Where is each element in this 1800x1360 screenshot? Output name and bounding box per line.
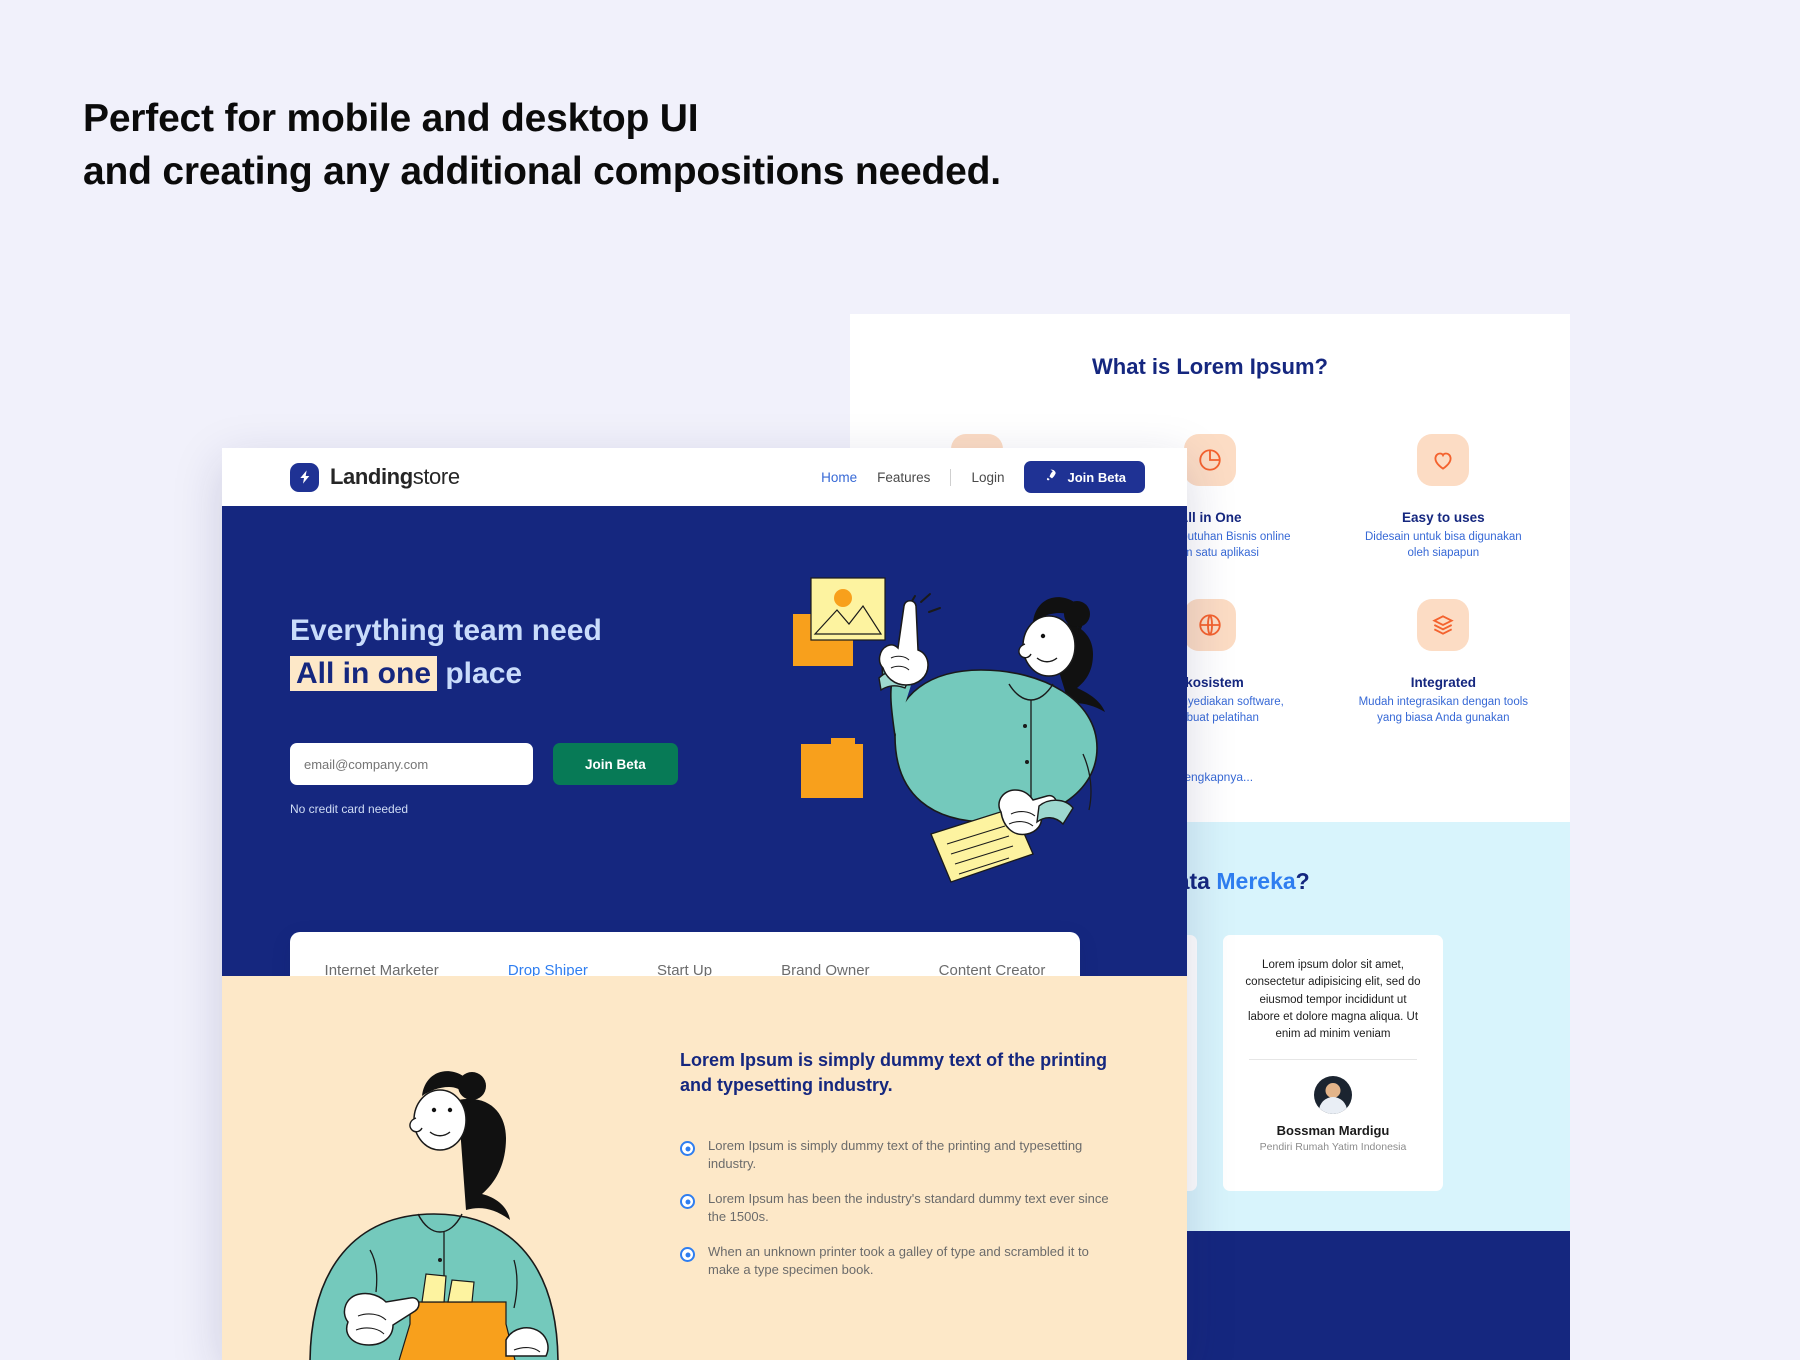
foreground-mockup-panel: Landingstore Home Features Login Join Be…: [222, 448, 1187, 1360]
navbar-join-beta-button[interactable]: Join Beta: [1024, 461, 1145, 493]
pie-chart-icon: [1183, 434, 1236, 486]
lower-content: Lorem Ipsum is simply dummy text of the …: [680, 1048, 1110, 1296]
testimonial-card: Lorem ipsum dolor sit amet, consectetur …: [1223, 935, 1443, 1191]
bullet-text: When an unknown printer took a galley of…: [708, 1244, 1089, 1277]
hero-join-beta-button[interactable]: Join Beta: [553, 743, 678, 786]
avatar: [1314, 1076, 1352, 1115]
hero-title-highlight: All in one: [290, 655, 437, 691]
divider: [1249, 1059, 1417, 1061]
radio-bullet-icon: [680, 1194, 695, 1210]
radio-bullet-icon: [680, 1141, 695, 1157]
nav-link-home[interactable]: Home: [821, 470, 857, 485]
hero-email-input[interactable]: [290, 743, 533, 786]
navbar: Landingstore Home Features Login Join Be…: [222, 448, 1187, 506]
lower-title: Lorem Ipsum is simply dummy text of the …: [680, 1050, 1108, 1095]
list-item: Lorem Ipsum is simply dummy text of the …: [680, 1137, 1110, 1173]
brand-name: Landingstore: [330, 464, 460, 490]
nav-divider: [950, 468, 952, 486]
hero-note: No credit card needed: [290, 802, 409, 817]
hero-content: Everything team need All in one place Jo…: [290, 506, 760, 976]
testimonial-author: Bossman Mardigu: [1276, 1123, 1390, 1139]
nav-link-features[interactable]: Features: [877, 470, 930, 485]
lower-section: Lorem Ipsum is simply dummy text of the …: [222, 976, 1187, 1360]
bullet-text: Lorem Ipsum is simply dummy text of the …: [708, 1138, 1083, 1172]
testimonial-text-before: Lorem ipsum dolor sit amet, consectetur …: [1245, 959, 1421, 1040]
hero-title: Everything team need All in one place: [290, 610, 760, 695]
feature-item[interactable]: Integrated Mudah integrasikan dengan too…: [1327, 599, 1560, 726]
brand-name-light: store: [412, 464, 460, 489]
rocket-icon: [1043, 468, 1058, 486]
feature-desc: Didesain untuk bisa digunakan oleh siapa…: [1365, 531, 1522, 559]
testimonials-title-highlight: Mereka: [1216, 868, 1296, 894]
feature-desc: Mudah integrasikan dengan tools yang bia…: [1358, 696, 1529, 724]
navbar-join-beta-label: Join Beta: [1067, 469, 1126, 485]
layers-icon: [1417, 599, 1470, 652]
testimonial-text: Lorem ipsum dolor sit amet, consectetur …: [1243, 957, 1423, 1043]
brand-logo[interactable]: Landingstore: [290, 462, 460, 492]
list-item: When an unknown printer took a galley of…: [680, 1243, 1110, 1279]
back-section-title: What is Lorem Ipsum?: [1092, 354, 1328, 379]
hero-title-line1: Everything team need: [290, 614, 602, 647]
nav-link-login[interactable]: Login: [971, 470, 1004, 485]
feature-name: Easy to uses: [1402, 510, 1485, 525]
feature-bullet-list: Lorem Ipsum is simply dummy text of the …: [680, 1137, 1110, 1279]
hero-illustration: [787, 566, 1167, 896]
lower-illustration: [300, 1064, 610, 1360]
testimonial-role: Pendiri Rumah Yatim Indonesia: [1259, 1141, 1407, 1154]
page-headline: Perfect for mobile and desktop UI and cr…: [83, 97, 1001, 194]
globe-icon: [1183, 599, 1236, 652]
navbar-right: Home Features Login Join Beta: [821, 461, 1145, 493]
hero-signup-form: Join Beta: [290, 743, 760, 786]
heart-icon: [1417, 434, 1470, 486]
hero-title-line2-rest: place: [445, 656, 523, 690]
list-item: Lorem Ipsum has been the industry's stan…: [680, 1190, 1110, 1226]
bullet-text: Lorem Ipsum has been the industry's stan…: [708, 1191, 1109, 1225]
testimonials-title-end: ?: [1295, 868, 1310, 894]
lightning-bolt-icon: [290, 462, 319, 492]
feature-name: Integrated: [1410, 675, 1476, 691]
feature-item[interactable]: Easy to uses Didesain untuk bisa digunak…: [1327, 434, 1560, 561]
hero-section: Everything team need All in one place Jo…: [222, 506, 1187, 976]
radio-bullet-icon: [680, 1247, 695, 1263]
brand-name-bold: Landing: [330, 464, 413, 489]
